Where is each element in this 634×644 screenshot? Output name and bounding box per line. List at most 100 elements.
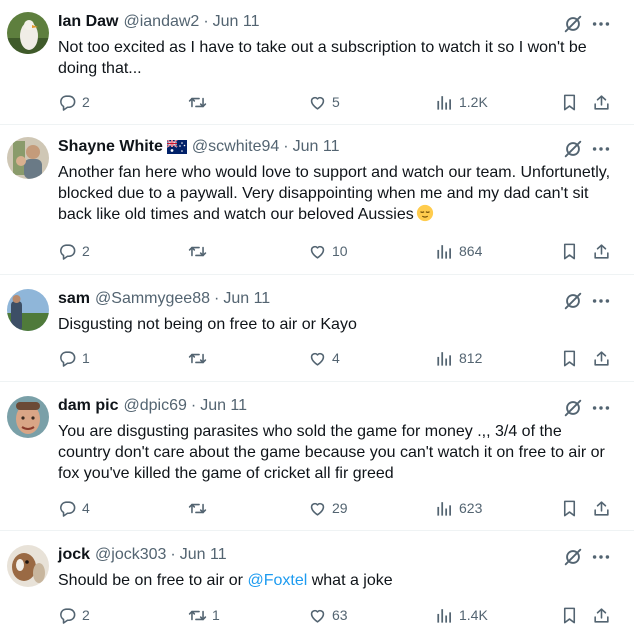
tweet-text: You are disgusting parasites who sold th… xyxy=(58,423,605,482)
avatar[interactable] xyxy=(7,137,49,179)
avatar[interactable] xyxy=(7,12,49,54)
bookmark-button[interactable] xyxy=(560,604,579,626)
retweet-button[interactable]: 1 xyxy=(188,604,220,626)
like-count: 10 xyxy=(332,243,348,259)
retweet-button[interactable] xyxy=(188,240,212,262)
tweet-sammygee88[interactable]: sam @Sammygee88 · Jun 11 Disgusting not … xyxy=(0,275,634,382)
like-button[interactable]: 29 xyxy=(308,497,348,519)
avatar[interactable] xyxy=(7,396,49,438)
view-count: 1.4K xyxy=(459,607,488,623)
separator-dot: · xyxy=(283,138,289,155)
tweet-text-after: what a joke xyxy=(307,572,393,589)
tweet-date[interactable]: Jun 11 xyxy=(293,138,340,156)
retweet-button[interactable] xyxy=(188,497,212,519)
bookmark-button[interactable] xyxy=(560,240,579,262)
tweet-jock303[interactable]: jock @jock303 · Jun 11 Should be on free… xyxy=(0,531,634,644)
tweet-header: jock @jock303 · Jun 11 xyxy=(58,546,227,564)
views-button[interactable]: 864 xyxy=(435,240,482,262)
tweet-date[interactable]: Jun 11 xyxy=(180,546,227,564)
views-button[interactable]: 1.4K xyxy=(435,604,488,626)
share-button[interactable] xyxy=(592,240,611,262)
like-icon xyxy=(308,93,327,112)
retweet-button[interactable] xyxy=(188,91,212,113)
bookmark-button[interactable] xyxy=(560,497,579,519)
views-icon xyxy=(435,499,454,518)
share-icon xyxy=(592,499,611,518)
like-button[interactable]: 63 xyxy=(308,604,348,626)
grok-icon[interactable] xyxy=(562,13,584,35)
more-icon[interactable] xyxy=(590,138,612,160)
grok-icon[interactable] xyxy=(562,138,584,160)
views-button[interactable]: 812 xyxy=(435,347,482,369)
retweet-icon xyxy=(188,242,207,261)
views-icon xyxy=(435,93,454,112)
grok-icon[interactable] xyxy=(562,546,584,568)
display-name[interactable]: Ian Daw xyxy=(58,13,118,31)
australia-flag-icon xyxy=(166,140,187,154)
grok-icon[interactable] xyxy=(562,290,584,312)
reply-icon xyxy=(58,93,77,112)
reply-button[interactable]: 2 xyxy=(58,240,90,262)
tweet-date[interactable]: Jun 11 xyxy=(223,290,270,308)
tweet-text-before: Should be on free to air or xyxy=(58,572,248,589)
like-count: 63 xyxy=(332,607,348,623)
retweet-count: 1 xyxy=(212,607,220,623)
grok-icon[interactable] xyxy=(562,397,584,419)
reply-feed: Ian Daw @iandaw2 · Jun 11 Not too excite… xyxy=(0,0,634,644)
tweet-scwhite94[interactable]: Shayne White @scwhite94 · Jun 11 Another… xyxy=(0,125,634,275)
more-icon[interactable] xyxy=(590,290,612,312)
share-button[interactable] xyxy=(592,91,611,113)
tweet-date[interactable]: Jun 11 xyxy=(213,13,260,31)
like-button[interactable]: 5 xyxy=(308,91,340,113)
reply-button[interactable]: 2 xyxy=(58,604,90,626)
views-button[interactable]: 623 xyxy=(435,497,482,519)
reply-button[interactable]: 2 xyxy=(58,91,90,113)
view-count: 864 xyxy=(459,243,483,259)
reply-count: 2 xyxy=(82,94,90,110)
separator-dot: · xyxy=(190,397,197,414)
views-button[interactable]: 1.2K xyxy=(435,91,488,113)
user-handle[interactable]: @scwhite94 xyxy=(192,138,279,156)
user-handle[interactable]: @iandaw2 xyxy=(123,13,199,31)
mention-link[interactable]: @Foxtel xyxy=(247,572,307,589)
tweet-text: Another fan here who would love to suppo… xyxy=(58,162,618,225)
user-handle[interactable]: @dpic69 xyxy=(123,397,186,415)
display-name[interactable]: Shayne White xyxy=(58,138,163,156)
tweet-iandaw2[interactable]: Ian Daw @iandaw2 · Jun 11 Not too excite… xyxy=(0,0,634,125)
separator-dot: · xyxy=(170,546,176,563)
user-handle[interactable]: @jock303 xyxy=(95,546,166,564)
more-icon[interactable] xyxy=(590,13,612,35)
more-icon[interactable] xyxy=(590,546,612,568)
retweet-icon xyxy=(188,93,207,112)
reply-icon xyxy=(58,606,77,625)
user-handle[interactable]: @Sammygee88 xyxy=(95,290,210,308)
more-icon[interactable] xyxy=(590,397,612,419)
display-name[interactable]: jock xyxy=(58,546,90,564)
bookmark-button[interactable] xyxy=(560,91,579,113)
tweet-header: dam pic @dpic69 · Jun 11 xyxy=(58,397,247,415)
reply-button[interactable]: 1 xyxy=(58,347,90,369)
like-icon xyxy=(308,242,327,261)
display-name[interactable]: sam xyxy=(58,290,90,308)
display-name[interactable]: dam pic xyxy=(58,397,118,415)
share-button[interactable] xyxy=(592,497,611,519)
share-icon xyxy=(592,242,611,261)
share-button[interactable] xyxy=(592,604,611,626)
reply-button[interactable]: 4 xyxy=(58,497,90,519)
retweet-button[interactable] xyxy=(188,347,212,369)
action-bar: 4 29 623 xyxy=(58,497,614,519)
tweet-date[interactable]: Jun 11 xyxy=(200,397,247,415)
bookmark-button[interactable] xyxy=(560,347,579,369)
like-button[interactable]: 10 xyxy=(308,240,348,262)
avatar[interactable] xyxy=(7,545,49,587)
avatar[interactable] xyxy=(7,289,49,331)
like-icon xyxy=(308,349,327,368)
relieved-face-icon xyxy=(416,204,433,222)
share-button[interactable] xyxy=(592,347,611,369)
tweet-text: Should be on free to air or @Foxtel what… xyxy=(58,570,618,591)
tweet-dpic69[interactable]: dam pic @dpic69 · Jun 11 You are disgust… xyxy=(0,382,634,531)
share-icon xyxy=(592,93,611,112)
like-button[interactable]: 4 xyxy=(308,347,340,369)
view-count: 1.2K xyxy=(459,94,488,110)
share-icon xyxy=(592,606,611,625)
